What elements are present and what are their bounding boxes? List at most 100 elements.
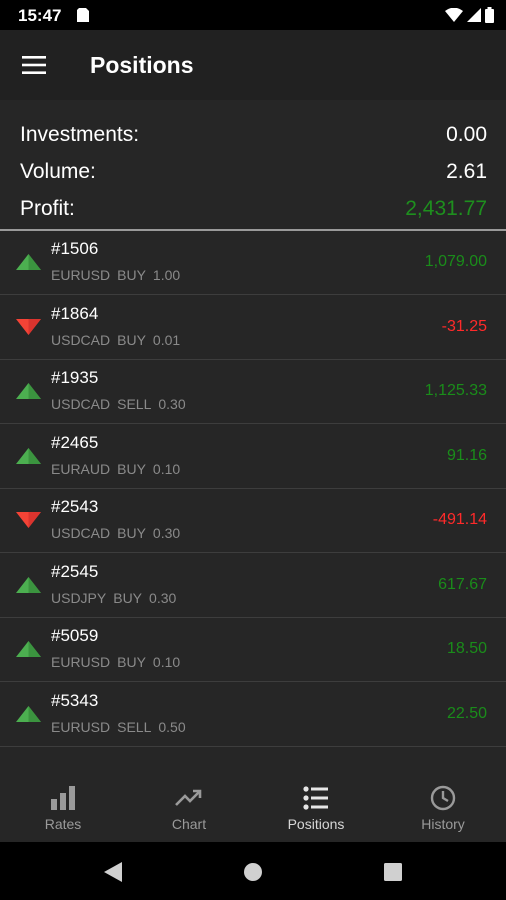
position-symbol: USDCAD xyxy=(51,396,111,412)
position-symbol: USDJPY xyxy=(51,589,107,606)
system-navigation-bar xyxy=(0,842,506,900)
recents-icon xyxy=(384,863,402,881)
nav-positions[interactable]: Positions xyxy=(253,772,379,842)
nav-history-label: History xyxy=(421,816,465,832)
position-details: EURUSD BUY 0.10 xyxy=(51,654,180,670)
page-title: Positions xyxy=(90,52,194,78)
position-details: EURAUD BUY 0.10 xyxy=(51,461,180,477)
position-symbol: EURUSD xyxy=(51,718,111,735)
nav-positions-label: Positions xyxy=(287,816,345,832)
position-profit: 18.50 xyxy=(446,640,487,657)
position-volume: 0.30 xyxy=(149,589,177,606)
status-bar: 15:47 xyxy=(0,0,506,30)
arrow-down-icon xyxy=(16,512,41,528)
position-details: USDCAD SELL 0.30 xyxy=(51,396,186,412)
investments-value: 0.00 xyxy=(446,123,487,146)
account-summary: Investments: 0.00 Volume: 2.61 Profit: 2… xyxy=(0,100,506,230)
bar-chart-icon xyxy=(51,786,75,810)
arrow-up-icon xyxy=(16,705,41,722)
position-details: USDCAD BUY 0.01 xyxy=(51,332,180,348)
position-id: #2543 xyxy=(51,497,99,516)
position-details: USDJPY BUY 0.30 xyxy=(51,590,176,606)
position-row[interactable]: #1935 USDCAD SELL 0.30 1,125.33 xyxy=(0,360,506,424)
position-symbol: EURUSD xyxy=(51,654,111,670)
nav-chart[interactable]: Chart xyxy=(126,772,252,842)
position-profit: 91.16 xyxy=(446,446,487,464)
sim-card-icon xyxy=(77,8,89,22)
status-time: 15:47 xyxy=(18,6,62,25)
position-side: BUY xyxy=(117,331,146,348)
nav-history[interactable]: History xyxy=(380,772,506,842)
position-side: BUY xyxy=(117,654,146,670)
battery-icon xyxy=(485,7,494,23)
position-id: #1935 xyxy=(51,368,99,387)
position-id: #2545 xyxy=(51,561,99,581)
position-symbol: USDCAD xyxy=(51,331,111,348)
position-details: EURUSD BUY 1.00 xyxy=(51,267,180,283)
status-icons xyxy=(445,7,494,23)
position-side: BUY xyxy=(117,267,146,283)
position-profit: -31.25 xyxy=(441,317,487,335)
position-side: SELL xyxy=(117,396,152,412)
position-side: BUY xyxy=(117,525,146,541)
position-volume: 0.30 xyxy=(158,396,186,412)
position-profit: 617.67 xyxy=(438,575,487,593)
position-row[interactable]: #2465 EURAUD BUY 0.10 91.16 xyxy=(0,425,506,489)
position-id: #5059 xyxy=(51,626,99,645)
investments-label: Investments: xyxy=(20,123,140,146)
volume-label: Volume: xyxy=(20,160,96,183)
position-row[interactable]: #5059 EURUSD BUY 0.10 18.50 xyxy=(0,618,506,682)
profit-value: 2,431.77 xyxy=(405,197,487,220)
arrow-up-icon xyxy=(16,641,41,657)
position-row[interactable]: #1864 USDCAD BUY 0.01 -31.25 xyxy=(0,296,506,360)
wifi-icon xyxy=(445,8,463,22)
position-row[interactable]: #2543 USDCAD BUY 0.30 -491.14 xyxy=(0,489,506,553)
arrow-up-icon xyxy=(16,254,41,270)
back-button[interactable] xyxy=(101,860,125,884)
position-profit: -491.14 xyxy=(432,511,487,528)
app-bar: Positions xyxy=(0,30,506,100)
position-row[interactable]: #2545 USDJPY BUY 0.30 617.67 xyxy=(0,554,506,618)
trending-up-icon xyxy=(175,789,202,806)
list-icon xyxy=(303,786,328,810)
nav-rates[interactable]: Rates xyxy=(0,772,126,842)
bottom-navigation: Rates Chart Positions History xyxy=(0,772,506,842)
arrow-up-icon xyxy=(16,383,41,399)
position-volume: 0.10 xyxy=(152,654,181,670)
nav-rates-label: Rates xyxy=(44,816,82,832)
position-side: BUY xyxy=(113,589,143,606)
recents-button[interactable] xyxy=(381,860,405,884)
profit-row: Profit: 2,431.77 xyxy=(20,194,487,224)
arrow-down-icon xyxy=(16,318,41,335)
position-volume: 0.30 xyxy=(152,525,181,541)
position-volume: 1.00 xyxy=(152,267,181,283)
signal-icon xyxy=(467,8,481,22)
position-side: SELL xyxy=(117,718,152,735)
position-symbol: USDCAD xyxy=(51,525,111,541)
home-button[interactable] xyxy=(241,860,265,884)
position-profit: 22.50 xyxy=(446,704,487,722)
menu-button[interactable] xyxy=(14,50,54,80)
position-side: BUY xyxy=(117,460,146,477)
position-id: #1864 xyxy=(51,303,99,323)
position-row[interactable]: #5343 EURUSD SELL 0.50 22.50 xyxy=(0,683,506,747)
arrow-up-icon xyxy=(16,576,41,593)
position-details: EURUSD SELL 0.50 xyxy=(51,719,186,735)
position-id: #2465 xyxy=(51,432,99,452)
position-profit: 1,079.00 xyxy=(424,253,487,270)
back-icon xyxy=(104,862,122,882)
profit-label: Profit: xyxy=(20,197,75,220)
home-icon xyxy=(244,863,262,881)
investments-row: Investments: 0.00 xyxy=(20,120,487,150)
position-symbol: EURAUD xyxy=(51,460,111,477)
nav-chart-label: Chart xyxy=(171,816,207,832)
position-volume: 0.01 xyxy=(152,331,181,348)
position-id: #5343 xyxy=(51,690,99,710)
position-symbol: EURUSD xyxy=(51,267,111,283)
arrow-up-icon xyxy=(16,447,41,464)
positions-list[interactable]: #1506 EURUSD BUY 1.00 1,079.00 #1864 USD… xyxy=(0,231,506,772)
position-volume: 0.10 xyxy=(152,460,181,477)
position-row[interactable]: #1506 EURUSD BUY 1.00 1,079.00 xyxy=(0,231,506,295)
position-details: USDCAD BUY 0.30 xyxy=(51,525,180,541)
hamburger-menu-icon xyxy=(22,56,46,74)
